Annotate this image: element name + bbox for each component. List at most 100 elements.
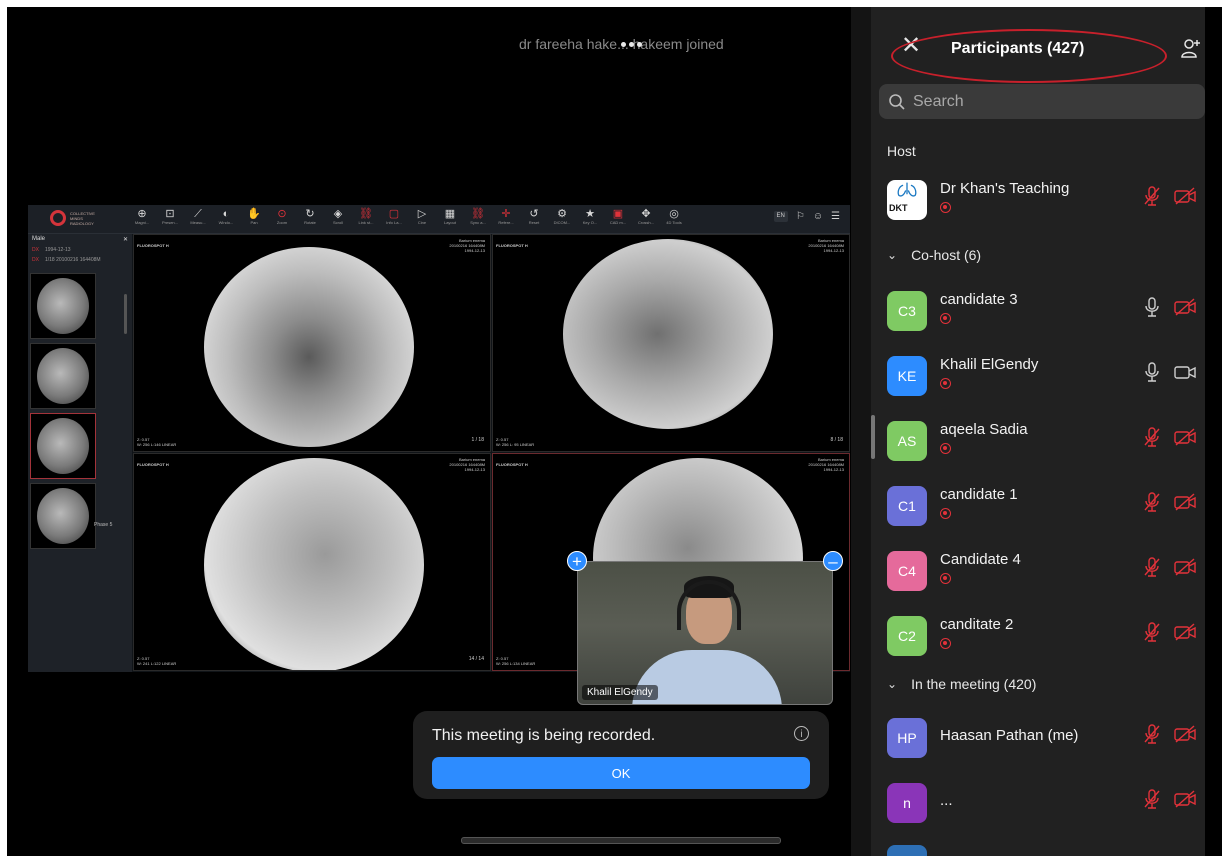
search-field[interactable] [879, 84, 1205, 119]
mic-muted-icon[interactable] [1142, 491, 1162, 513]
image-pane[interactable]: FLUOROSPOT H Barium enema 20100216 164408M… [133, 234, 491, 452]
participant-name: canditate 2 [940, 616, 1014, 633]
add-participant-icon[interactable] [1180, 37, 1202, 59]
participant-row[interactable]: C2 canditate 2 [871, 608, 1216, 664]
series-thumbnail[interactable] [30, 273, 96, 339]
video-off-icon[interactable] [1173, 724, 1197, 744]
video-tile[interactable]: Khalil ElGendy [577, 561, 833, 705]
video-off-icon[interactable] [1173, 427, 1197, 447]
window-level-icon: ◐ [222, 208, 230, 220]
mic-muted-icon[interactable] [1142, 788, 1162, 810]
tool-magnifier[interactable]: ⊕ Magni... [133, 208, 151, 226]
home-indicator[interactable] [461, 837, 781, 844]
reset-icon: ↺ [529, 208, 539, 220]
video-off-icon[interactable] [1173, 186, 1197, 206]
tool-window-level[interactable]: ◐ Windo... [217, 208, 235, 226]
video-off-icon[interactable] [1173, 789, 1197, 809]
tool-zoom[interactable]: ⊙ Zoom [273, 208, 291, 226]
tool-label: Magni... [134, 220, 150, 225]
participant-row[interactable]: n... [871, 775, 1216, 831]
image-pane[interactable]: FLUOROSPOT H Barium enema 20100216 164408M… [492, 234, 850, 452]
participant-row[interactable]: AS aqeela Sadia [871, 413, 1216, 469]
expand-video-button[interactable]: + [567, 551, 587, 571]
cine-icon: ▷ [417, 208, 427, 220]
participant-row[interactable]: HP Haasan Pathan (me) [871, 710, 1216, 766]
minimize-video-button[interactable]: – [823, 551, 843, 571]
participant-name: ... [940, 792, 953, 809]
tool-reference[interactable]: ✛ Refere... [497, 208, 515, 226]
study-overlay: Barium enema 20100216 164408M 1994-12-13 [449, 457, 485, 472]
series-thumbnail[interactable] [30, 413, 96, 479]
tool-info-layer[interactable]: ▢ Info La... [385, 208, 403, 226]
bell-icon[interactable]: ⚐ [796, 211, 805, 222]
tool-4d-tools[interactable]: ◎ 4D Tools [665, 208, 683, 226]
tool-scroll[interactable]: ◈ Scroll [329, 208, 347, 226]
video-off-icon[interactable] [1173, 557, 1197, 577]
language-badge[interactable]: EN [773, 211, 788, 222]
participant-avatar [887, 845, 927, 856]
tool-sync[interactable]: ⛓ Sync a... [469, 208, 487, 226]
sidebar-scrollbar[interactable] [124, 294, 127, 334]
participant-row[interactable]: C1 candidate 1 [871, 478, 1216, 534]
mic-muted-icon[interactable] [1142, 426, 1162, 448]
close-icon[interactable]: ✕ [123, 236, 128, 243]
tool-cine[interactable]: ▷ Cine [413, 208, 431, 226]
layout-icon: ▦ [444, 208, 456, 220]
meeting-group-header[interactable]: ⌄ In the meeting (420) [887, 676, 1036, 692]
tool-link[interactable]: ⛓ Link st... [357, 208, 375, 226]
viewer-tools: ⊕ Magni... ⊡ Presen... ⟋ Measu... ◐ Windo... ✋ Pa… [133, 208, 683, 226]
window-overlay: Z: 0.57 W: 256 L:134 LINEAR [496, 656, 536, 666]
tool-pan[interactable]: ✋ Pan [245, 208, 263, 226]
recording-message: This meeting is being recorded. [432, 727, 656, 744]
participant-name: candidate 1 [940, 486, 1018, 503]
image-pane[interactable]: FLUOROSPOT H Barium enema 20100216 164408M… [133, 453, 491, 671]
video-off-icon[interactable] [1173, 622, 1197, 642]
window-overlay: Z: 0.57 W: 256 L:146 LINEAR [137, 437, 177, 447]
tool-dicom[interactable]: ⚙ DICOM... [553, 208, 571, 226]
tool-crosshair[interactable]: ✥ Crossh... [637, 208, 655, 226]
mic-icon[interactable] [1142, 296, 1162, 318]
mic-muted-icon[interactable] [1142, 621, 1162, 643]
mic-icon[interactable] [1142, 361, 1162, 383]
study-overlay: Barium enema 20100216 164408M 1994-12-13 [808, 457, 844, 472]
user-icon[interactable]: ☺ [813, 211, 823, 222]
4d-tools-icon: ◎ [669, 208, 679, 220]
tool-star[interactable]: ★ Key O... [581, 208, 599, 226]
info-icon[interactable]: i [794, 726, 809, 741]
settings-icon[interactable]: ☰ [831, 211, 840, 222]
xray-image [204, 247, 414, 447]
tool-rotate[interactable]: ↻ Rotate [301, 208, 319, 226]
tool-label: Info La... [386, 220, 402, 225]
participant-row-host[interactable]: DKT Dr Khan's Teaching [871, 172, 1216, 228]
dicom-icon: ⚙ [557, 208, 567, 220]
tool-layout[interactable]: ▦ Layout [441, 208, 459, 226]
tool-label: Pan [250, 220, 258, 225]
tool-reset[interactable]: ↺ Reset [525, 208, 543, 226]
participant-row[interactable]: KE Khalil ElGendy [871, 348, 1216, 404]
video-icon[interactable] [1173, 362, 1197, 382]
tool-presentation[interactable]: ⊡ Presen... [161, 208, 179, 226]
scroll-icon: ◈ [333, 208, 343, 220]
participant-row[interactable]: C3 candidate 3 [871, 283, 1216, 339]
video-off-icon[interactable] [1173, 297, 1197, 317]
video-off-icon[interactable] [1173, 492, 1197, 512]
pan-icon: ✋ [247, 208, 261, 220]
panel-header: ✕ Participants (427) [871, 7, 1222, 83]
tool-label: Reset [528, 220, 540, 225]
viewer-logo: COLLECTIVE MINDS RADIOLOGY [50, 210, 95, 226]
series-thumbnail[interactable] [30, 483, 96, 549]
search-input[interactable] [911, 90, 1195, 114]
mic-muted-icon[interactable] [1142, 185, 1162, 207]
crosshair-icon: ✥ [641, 208, 651, 220]
info-layer-icon: ▢ [388, 208, 400, 220]
cohost-group-header[interactable]: ⌄ Co-host (6) [887, 247, 981, 263]
ok-button[interactable]: OK [432, 757, 810, 789]
tool-measure[interactable]: ⟋ Measu... [189, 208, 207, 226]
series-thumbnail[interactable] [30, 343, 96, 409]
mic-muted-icon[interactable] [1142, 556, 1162, 578]
recording-indicator-icon [940, 638, 951, 649]
patient-dob: 1994-12-13 [44, 247, 71, 253]
participant-row[interactable]: C4 Candidate 4 [871, 543, 1216, 599]
mic-muted-icon[interactable] [1142, 723, 1162, 745]
tool-cad[interactable]: ▣ CAD m... [609, 208, 627, 226]
